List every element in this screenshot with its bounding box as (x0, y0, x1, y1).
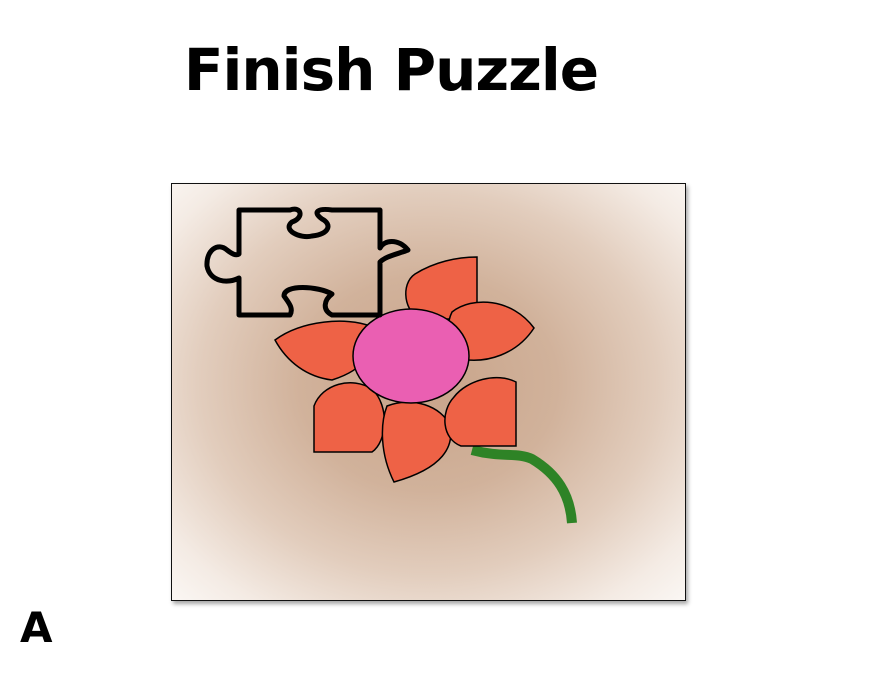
page-title: Finish Puzzle (183, 36, 599, 104)
puzzle-canvas (204, 206, 577, 524)
flower-stem (470, 445, 577, 524)
flower-petal-lower-right (444, 376, 517, 447)
flower-center (352, 308, 470, 404)
puzzle-board[interactable] (171, 183, 686, 601)
flower-petal-bottom (381, 401, 452, 483)
flower-petal-lower-left (313, 381, 386, 453)
puzzle-piece-outline-icon[interactable] (204, 206, 411, 318)
panel-label: A (20, 603, 53, 652)
